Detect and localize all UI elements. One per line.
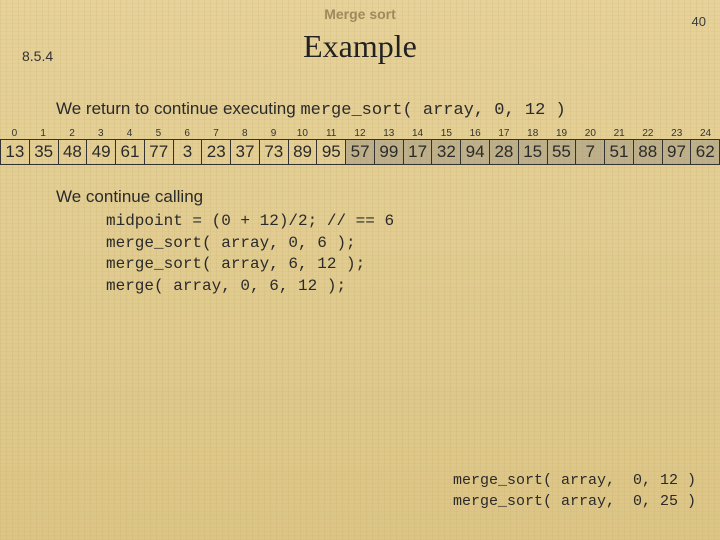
index-cell: 16 xyxy=(461,128,490,139)
array-cell: 37 xyxy=(230,140,259,164)
page-number: 40 xyxy=(692,14,706,29)
index-cell: 17 xyxy=(490,128,519,139)
index-cell: 11 xyxy=(317,128,346,139)
array-cell: 77 xyxy=(144,140,173,164)
intro-prefix: We return to continue executing xyxy=(56,99,300,118)
index-cell: 4 xyxy=(115,128,144,139)
index-cell: 14 xyxy=(403,128,432,139)
index-cell: 0 xyxy=(0,128,29,139)
continue-lead: We continue calling xyxy=(56,187,720,207)
index-cell: 8 xyxy=(230,128,259,139)
array-cell: 88 xyxy=(633,140,662,164)
intro-code: merge_sort( array, 0, 12 ) xyxy=(300,101,565,120)
index-cell: 22 xyxy=(634,128,663,139)
array-cell: 49 xyxy=(86,140,115,164)
index-cell: 12 xyxy=(346,128,375,139)
index-cell: 7 xyxy=(202,128,231,139)
index-cell: 15 xyxy=(432,128,461,139)
array-cell: 94 xyxy=(460,140,489,164)
array-cell: 97 xyxy=(662,140,691,164)
array-cell: 48 xyxy=(58,140,87,164)
array-cell: 3 xyxy=(173,140,202,164)
array-cell: 55 xyxy=(547,140,576,164)
index-cell: 3 xyxy=(86,128,115,139)
index-cell: 13 xyxy=(374,128,403,139)
array-cell: 35 xyxy=(29,140,58,164)
array-cell: 99 xyxy=(374,140,403,164)
array-cell: 13 xyxy=(0,140,29,164)
array-cell: 95 xyxy=(316,140,345,164)
index-cell: 20 xyxy=(576,128,605,139)
array-cell: 17 xyxy=(403,140,432,164)
index-row: 0123456789101112131415161718192021222324 xyxy=(0,128,720,139)
page-title: Example xyxy=(0,28,720,65)
callstack: merge_sort( array, 0, 12 ) merge_sort( a… xyxy=(453,470,696,512)
continue-block: We continue calling midpoint = (0 + 12)/… xyxy=(56,187,720,297)
index-cell: 23 xyxy=(662,128,691,139)
array-cell: 32 xyxy=(431,140,460,164)
index-cell: 1 xyxy=(29,128,58,139)
index-cell: 19 xyxy=(547,128,576,139)
index-cell: 10 xyxy=(288,128,317,139)
index-cell: 6 xyxy=(173,128,202,139)
topbar-label: Merge sort xyxy=(0,0,720,22)
array-cell: 23 xyxy=(201,140,230,164)
index-cell: 9 xyxy=(259,128,288,139)
array-cell: 28 xyxy=(489,140,518,164)
index-cell: 2 xyxy=(58,128,87,139)
index-cell: 5 xyxy=(144,128,173,139)
array-cell: 57 xyxy=(345,140,374,164)
array-cell: 89 xyxy=(288,140,317,164)
array-cell: 7 xyxy=(575,140,604,164)
array-row: 1335484961773233773899557991732942815557… xyxy=(0,139,720,165)
index-cell: 21 xyxy=(605,128,634,139)
array-cell: 15 xyxy=(518,140,547,164)
section-number: 8.5.4 xyxy=(22,48,53,64)
index-cell: 24 xyxy=(691,128,720,139)
array-cell: 51 xyxy=(604,140,633,164)
array-cell: 73 xyxy=(259,140,288,164)
index-cell: 18 xyxy=(518,128,547,139)
code-block: midpoint = (0 + 12)/2; // == 6 merge_sor… xyxy=(106,211,720,297)
intro-line: We return to continue executing merge_so… xyxy=(56,99,720,120)
array-cell: 62 xyxy=(690,140,720,164)
array-cell: 61 xyxy=(115,140,144,164)
